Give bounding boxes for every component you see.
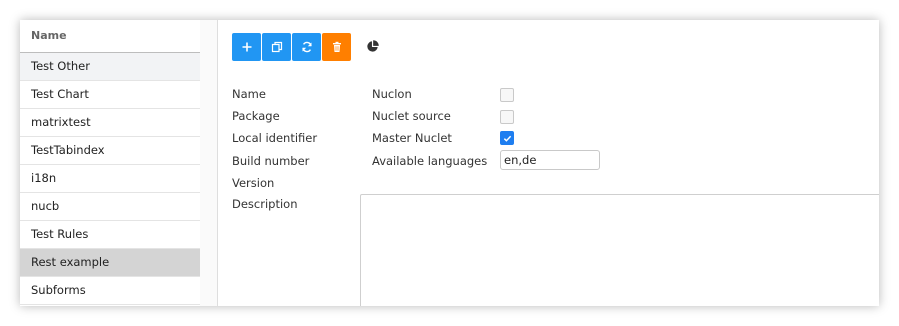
label-package: Package	[232, 109, 280, 123]
copy-icon	[271, 41, 282, 53]
label-description: Description	[232, 197, 298, 211]
available-languages-input[interactable]	[500, 150, 600, 170]
toolbar	[232, 33, 352, 61]
list-item[interactable]: Test Other	[20, 53, 200, 81]
nuclet-list: Name Test Other Test Chart matrixtest Te…	[20, 20, 201, 306]
list-item[interactable]: nucb	[20, 193, 200, 221]
label-master-nuclet: Master Nuclet	[372, 131, 452, 145]
label-local-identifier: Local identifier	[232, 131, 318, 145]
pie-chart-icon[interactable]	[366, 40, 379, 53]
nuclet-source-checkbox[interactable]	[500, 110, 514, 124]
list-item[interactable]: TestTabindex	[20, 137, 200, 165]
label-name: Name	[232, 87, 266, 101]
nuclet-editor-window: Name Test Other Test Chart matrixtest Te…	[20, 20, 879, 306]
copy-button[interactable]	[262, 33, 291, 61]
label-version: Version	[232, 176, 275, 190]
list-item[interactable]: Test Rules	[20, 221, 200, 249]
list-item[interactable]: Test Chart	[20, 81, 200, 109]
column-header-name[interactable]: Name	[20, 20, 200, 53]
label-available-languages: Available languages	[372, 154, 488, 168]
label-build-number: Build number	[232, 154, 310, 168]
checkmark-icon	[503, 135, 511, 142]
delete-button[interactable]	[322, 33, 351, 61]
nuclon-checkbox[interactable]	[500, 88, 514, 102]
master-nuclet-checkbox[interactable]	[500, 131, 514, 145]
list-item[interactable]: i18n	[20, 165, 200, 193]
trash-icon	[332, 41, 341, 52]
description-textarea[interactable]	[360, 194, 879, 306]
details-panel: Name Package Local identifier Build numb…	[218, 20, 879, 306]
refresh-icon	[301, 41, 312, 53]
list-item[interactable]: Subforms	[20, 277, 200, 305]
add-button[interactable]	[232, 33, 261, 61]
refresh-button[interactable]	[292, 33, 321, 61]
plus-icon	[242, 42, 251, 52]
panel-splitter[interactable]	[200, 20, 218, 306]
label-nuclon: Nuclon	[372, 87, 412, 101]
list-item[interactable]: matrixtest	[20, 109, 200, 137]
label-nuclet-source: Nuclet source	[372, 109, 451, 123]
list-item-selected[interactable]: Rest example	[20, 249, 200, 277]
